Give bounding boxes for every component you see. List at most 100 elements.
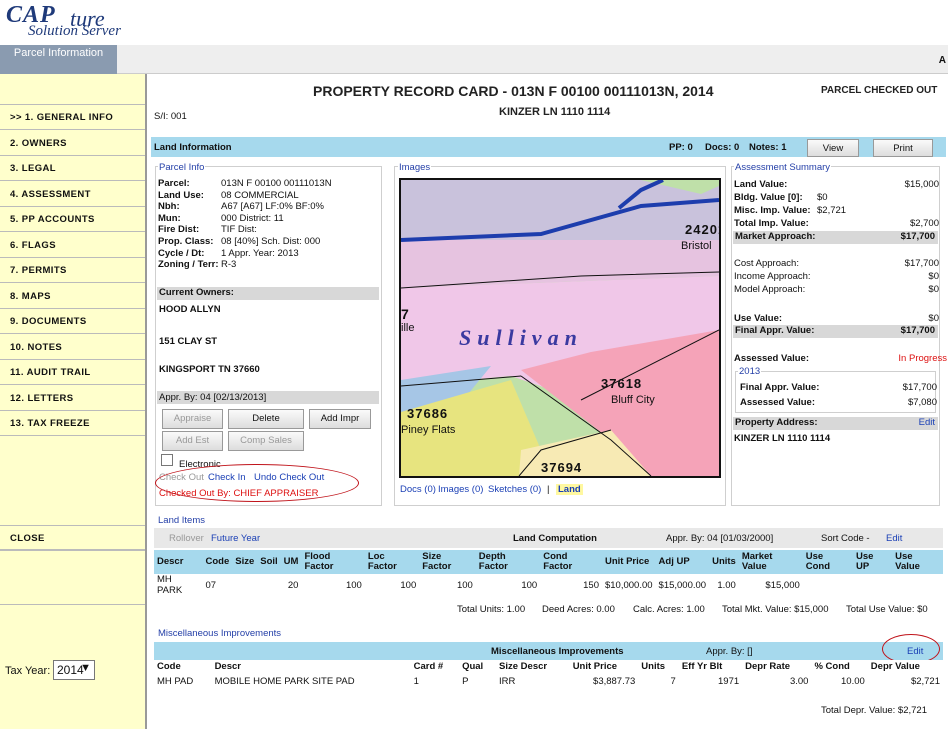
land-col-header: Market Value bbox=[738, 550, 803, 574]
parcel-info-value: 1 Appr. Year: 2013 bbox=[221, 247, 299, 259]
parcel-info-value: A67 [A67] LF:0% BF:0% bbox=[221, 201, 324, 213]
sidebar-item-6[interactable]: 6. FLAGS bbox=[0, 233, 145, 258]
sidebar-item-13[interactable]: 13. TAX FREEZE bbox=[0, 411, 145, 436]
notes-count: Notes: 1 bbox=[749, 142, 787, 153]
owner-street: 151 CLAY ST bbox=[159, 336, 218, 347]
land-cell bbox=[257, 574, 280, 596]
land-cell bbox=[892, 574, 943, 596]
misc-col-header: Card # bbox=[410, 660, 460, 674]
tab-parcel-information[interactable]: Parcel Information bbox=[0, 45, 117, 74]
land-cell: 100 bbox=[345, 579, 362, 591]
docs-link[interactable]: Docs (0) bbox=[400, 484, 436, 495]
parcel-info-label: Parcel: bbox=[158, 178, 190, 189]
sidebar-item-10[interactable]: 10. NOTES bbox=[0, 335, 145, 360]
property-address: KINZER LN 1110 1114 bbox=[734, 433, 831, 444]
owner-city: KINGSPORT TN 37660 bbox=[159, 364, 260, 375]
links-separator: | bbox=[547, 484, 550, 495]
final-appr-label: Final Appr. Value: bbox=[735, 325, 815, 336]
final-appr-band: Final Appr. Value: $17,700 bbox=[733, 325, 938, 338]
land-cell bbox=[803, 574, 853, 596]
electronic-checkbox[interactable] bbox=[161, 454, 173, 466]
use-value: $0 bbox=[928, 313, 939, 324]
land-col-header: Use Value bbox=[892, 550, 943, 574]
misc-col-header: % Cond bbox=[811, 660, 868, 674]
view-button[interactable]: View bbox=[807, 139, 859, 157]
sidebar-item-7[interactable]: 7. PERMITS bbox=[0, 258, 145, 283]
nav-close[interactable]: CLOSE bbox=[0, 525, 145, 550]
misc-imp-value: $2,721 bbox=[817, 205, 847, 216]
sidebar-item-8[interactable]: 8. MAPS bbox=[0, 284, 145, 309]
top-bar-edge-text: A bbox=[938, 55, 946, 66]
year-final-label: Final Appr. Value: bbox=[740, 382, 820, 393]
land-items-edit-link[interactable]: Edit bbox=[886, 533, 902, 544]
land-col-header: Use UP bbox=[852, 550, 893, 574]
sketches-link[interactable]: Sketches (0) bbox=[488, 484, 541, 495]
bldg-value: $0 bbox=[817, 192, 828, 203]
parcel-map-image[interactable]: 24201 Bristol 7 ille Sullivan 37618 Bluf… bbox=[399, 178, 721, 478]
land-link[interactable]: Land bbox=[556, 484, 583, 495]
land-appr-by: Appr. By: 04 [01/03/2000] bbox=[666, 533, 774, 544]
sidebar-item-1[interactable]: >> 1. GENERAL INFO bbox=[0, 105, 145, 130]
land-info-title: Land Information bbox=[154, 142, 232, 153]
left-nav-panel: >> 1. GENERAL INFO 2. OWNERS 3. LEGAL 4. AS… bbox=[0, 74, 147, 729]
comp-sales-button[interactable]: Comp Sales bbox=[228, 431, 304, 451]
parcel-info-label: Cycle / Dt: bbox=[158, 247, 205, 259]
sidebar-item-5[interactable]: 5. PP ACCOUNTS bbox=[0, 207, 145, 232]
map-label-bristol: Bristol bbox=[681, 240, 712, 252]
map-label-sullivan: Sullivan bbox=[459, 325, 583, 350]
parcel-info-label: Mun: bbox=[158, 212, 181, 224]
map-label-24201: 24201 bbox=[685, 222, 719, 237]
assessed-status: In Progress bbox=[898, 353, 947, 364]
table-row: MH PARK 07 20 100 100 100 100 150 $10,000.00 $15,… bbox=[154, 574, 943, 596]
misc-col-header: Depr Value bbox=[867, 660, 943, 674]
add-impr-button[interactable]: Add Impr bbox=[309, 409, 371, 429]
highlight-oval bbox=[155, 464, 359, 502]
sidebar-item-2[interactable]: 2. OWNERS bbox=[0, 131, 145, 156]
property-address-band: Property Address: Edit bbox=[733, 417, 938, 430]
tax-year-select[interactable]: 2014 ▼ bbox=[53, 660, 95, 680]
page-title: PROPERTY RECORD CARD - 013N F 00100 0011… bbox=[313, 83, 714, 99]
parcel-info-label: Land Use: bbox=[158, 189, 204, 201]
land-value-label: Land Value: bbox=[734, 179, 788, 190]
land-col-header: Loc Factor bbox=[364, 550, 420, 574]
sidebar-item-12[interactable]: 12. LETTERS bbox=[0, 386, 145, 411]
land-col-header: Units bbox=[709, 550, 739, 574]
misc-impr-table: Code Descr Card # Qual Size Descr Unit Price U… bbox=[154, 660, 943, 688]
land-cell: $15,000.00 bbox=[658, 579, 707, 591]
images-link[interactable]: Images (0) bbox=[438, 484, 483, 495]
total-mkt-value: Total Mkt. Value: $15,000 bbox=[722, 604, 829, 615]
current-owners-header: Current Owners: bbox=[157, 287, 379, 300]
misc-cell: $2,721 bbox=[910, 675, 940, 687]
misc-col-header: Size Descr bbox=[496, 660, 570, 674]
parcel-info-value: 08 [40%] Sch. Dist: 000 bbox=[221, 236, 321, 247]
year-assessed-label: Assessed Value: bbox=[740, 397, 815, 408]
sidebar-item-9[interactable]: 9. DOCUMENTS bbox=[0, 309, 145, 334]
appraise-button[interactable]: Appraise bbox=[162, 409, 223, 429]
parcel-info-value: 013N F 00100 00111013N bbox=[221, 178, 332, 189]
parcel-status: PARCEL CHECKED OUT bbox=[821, 85, 938, 96]
add-est-button[interactable]: Add Est bbox=[162, 431, 223, 451]
land-cell: 20 bbox=[287, 579, 299, 591]
land-cell: $15,000 bbox=[765, 579, 800, 591]
year-header: 2013 bbox=[738, 366, 762, 377]
sidebar-item-4[interactable]: 4. ASSESSMENT bbox=[0, 182, 145, 207]
nav-divider bbox=[0, 604, 145, 605]
cost-approach-value: $17,700 bbox=[904, 258, 939, 269]
parcel-info-label: Zoning / Terr: bbox=[158, 259, 219, 271]
sidebar-item-11[interactable]: 11. AUDIT TRAIL bbox=[0, 360, 145, 385]
print-button[interactable]: Print bbox=[873, 139, 933, 157]
delete-button[interactable]: Delete bbox=[228, 409, 304, 429]
land-cell: 100 bbox=[456, 579, 473, 591]
nav-divider bbox=[0, 550, 145, 551]
misc-imp-label: Misc. Imp. Value: bbox=[734, 205, 811, 216]
assessment-header: Assessment Summary bbox=[734, 162, 832, 173]
main-content: PROPERTY RECORD CARD - 013N F 00100 0011… bbox=[149, 74, 948, 729]
sidebar-item-3[interactable]: 3. LEGAL bbox=[0, 156, 145, 181]
map-label-37618: 37618 bbox=[601, 376, 643, 391]
total-imp-value: $2,700 bbox=[909, 218, 939, 229]
si-number: S/I: 001 bbox=[154, 111, 187, 122]
land-cell: $10,000.00 bbox=[604, 579, 653, 591]
market-approach-band: Market Approach: $17,700 bbox=[733, 231, 938, 244]
property-address-edit-link[interactable]: Edit bbox=[919, 417, 935, 428]
land-cell bbox=[853, 574, 892, 596]
